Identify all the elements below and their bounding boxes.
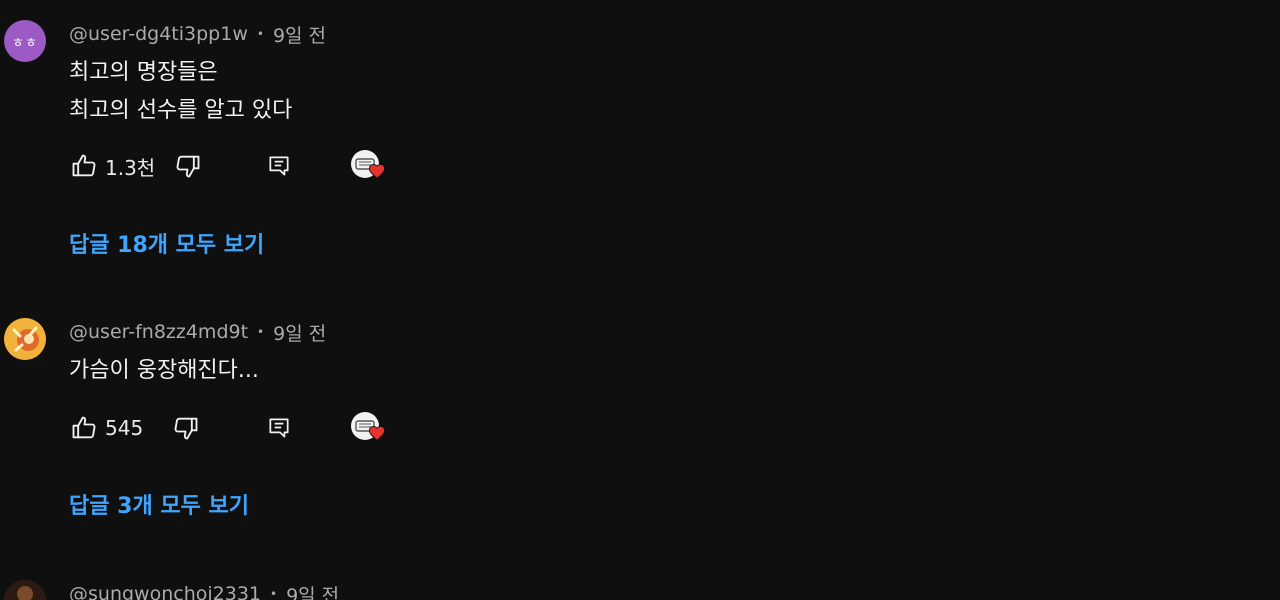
view-replies-link[interactable]: 답글 3개 모두 보기 [69, 488, 249, 520]
avatar-initials: ㅎㅎ [12, 35, 38, 51]
avatar[interactable] [4, 318, 46, 360]
comment-time[interactable]: 9일 전 [286, 581, 339, 600]
comment-author[interactable]: @sungwonchoi2331 [69, 583, 261, 600]
reply-button[interactable] [262, 410, 296, 446]
creator-heart-icon [368, 164, 386, 179]
avatar-image-icon [4, 318, 46, 360]
creator-heart-badge [351, 412, 391, 444]
reply-button[interactable] [262, 148, 296, 184]
comment-meta: @sungwonchoi2331 • 9일 전 [69, 580, 339, 600]
meta-separator: • [257, 325, 265, 339]
thumbs-up-icon [72, 154, 96, 177]
comment-meta: @user-dg4ti3pp1w • 9일 전 [69, 20, 326, 48]
view-replies-link[interactable]: 답글 18개 모두 보기 [69, 227, 264, 259]
thumbs-down-icon [174, 417, 198, 440]
comment-actions: 1.3천 [67, 148, 386, 184]
avatar-image-icon [4, 580, 46, 600]
comment-meta: @user-fn8zz4md9t • 9일 전 [69, 318, 326, 346]
creator-heart-badge [351, 150, 391, 182]
like-count: 1.3천 [105, 155, 156, 180]
comment-actions: 545 [67, 410, 386, 446]
comment-reply-icon [269, 418, 289, 438]
comment-author[interactable]: @user-dg4ti3pp1w [69, 23, 248, 45]
like-button[interactable] [67, 410, 101, 446]
avatar[interactable]: ㅎㅎ [4, 20, 46, 62]
meta-separator: • [270, 587, 278, 600]
comments-section: ㅎㅎ @user-dg4ti3pp1w • 9일 전 최고의 명장들은 최고의 … [0, 0, 1280, 600]
dislike-button[interactable] [169, 410, 203, 446]
creator-heart-icon [368, 426, 386, 441]
like-count: 545 [105, 416, 144, 440]
comment-text: 최고의 명장들은 최고의 선수를 알고 있다 [69, 60, 293, 123]
thumbs-down-icon [176, 155, 200, 178]
comment-time[interactable]: 9일 전 [273, 319, 326, 346]
comment-text: 가슴이 웅장해진다... [69, 358, 259, 383]
comment-time[interactable]: 9일 전 [273, 21, 326, 48]
avatar[interactable] [4, 580, 46, 600]
meta-separator: • [256, 27, 264, 41]
thumbs-up-icon [72, 416, 96, 439]
like-button[interactable] [67, 148, 101, 184]
comment-author[interactable]: @user-fn8zz4md9t [69, 321, 248, 343]
comment-reply-icon [269, 156, 289, 176]
dislike-button[interactable] [171, 148, 205, 184]
